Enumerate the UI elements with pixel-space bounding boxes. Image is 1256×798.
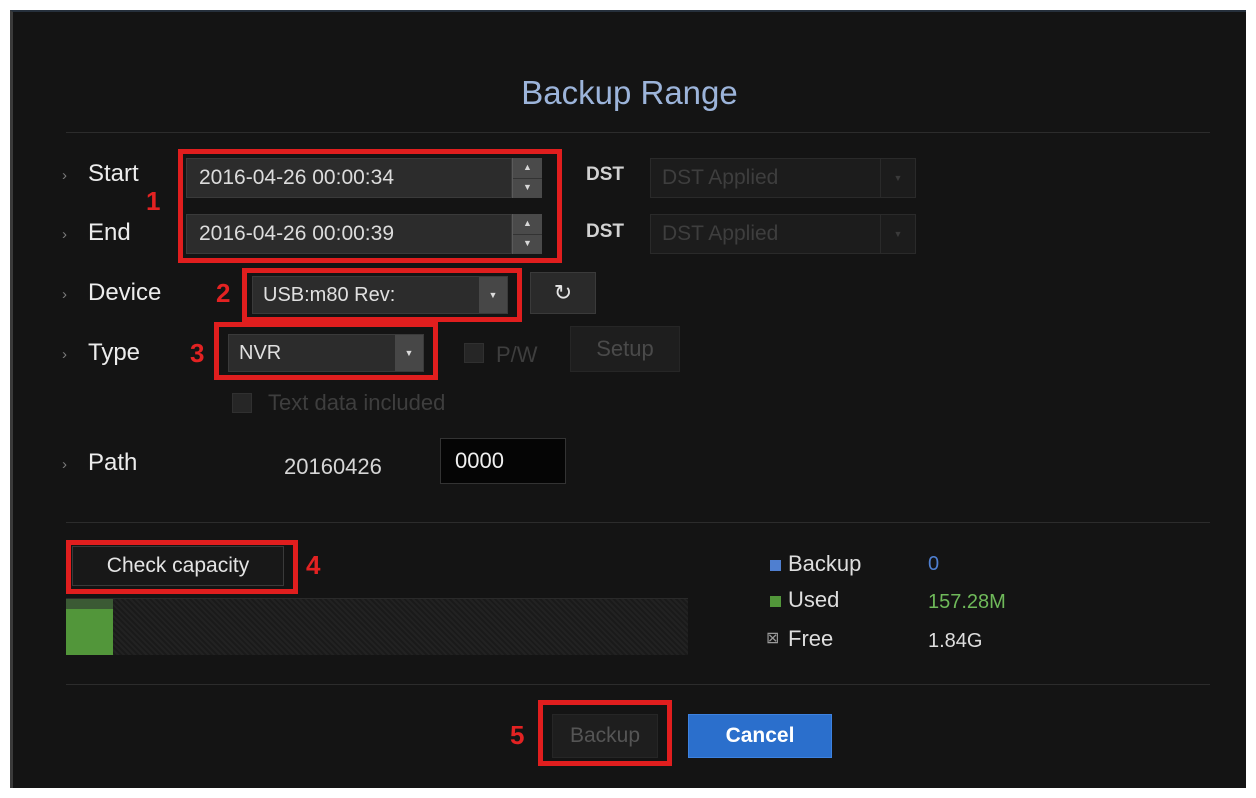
end-dst-select[interactable]: DST Applied ▼ [650,214,916,254]
end-label: End [88,219,131,246]
cancel-button[interactable]: Cancel [688,714,832,758]
middle-separator [66,522,1210,523]
start-dst-value: DST Applied [662,166,779,189]
chevron-down-icon: ▼ [880,159,915,197]
dialog-title: Backup Range [521,74,738,111]
end-dst-value: DST Applied [662,222,779,245]
setup-button[interactable]: Setup [570,326,680,372]
pw-label: P/W [496,342,538,367]
highlight-box-3 [214,322,438,380]
capacity-bar [66,598,688,655]
bullet-icon: › [62,167,67,184]
used-segment [66,609,113,655]
path-label: Path [88,449,138,476]
chevron-down-icon: ▼ [880,215,915,253]
start-dst-select[interactable]: DST Applied ▼ [650,158,916,198]
refresh-button[interactable]: ↻ [530,272,596,314]
bullet-icon: › [62,226,67,243]
backup-range-dialog: Backup Range [10,10,1246,788]
text-data-checkbox[interactable] [232,393,252,413]
device-label: Device [88,279,162,306]
start-label: Start [88,160,139,187]
bottom-separator [66,684,1210,685]
highlight-box-5 [538,700,672,766]
annotation-number: 4 [306,550,321,580]
used-segment-top [66,599,113,609]
used-legend-label: Used [788,587,840,612]
bullet-icon: › [62,346,67,363]
start-dst-label: DST [586,164,624,185]
highlight-box-4 [66,540,298,594]
backup-legend-swatch [770,560,781,571]
path-prefix: 20160426 [284,454,382,479]
free-legend-icon: ⊠ [766,630,780,647]
bullet-icon: › [62,286,67,303]
annotation-number: 3 [190,338,205,368]
backup-legend-label: Backup [788,551,862,576]
highlight-box-1 [178,149,562,263]
free-legend-value: 1.84G [928,630,983,652]
end-dst-label: DST [586,221,624,242]
free-legend-label: Free [788,626,834,651]
refresh-icon: ↻ [553,280,573,305]
backup-legend-value: 0 [928,553,940,575]
text-data-label: Text data included [268,390,446,415]
annotation-number: 2 [216,278,231,308]
used-legend-value: 157.28M [928,591,1006,613]
type-label: Type [88,339,141,366]
pw-checkbox[interactable] [464,343,484,363]
top-separator [66,132,1210,133]
annotation-number: 5 [510,720,525,750]
used-legend-swatch [770,596,781,607]
annotation-number: 1 [146,186,161,216]
path-input[interactable]: 0000 [440,438,566,484]
highlight-box-2 [242,268,522,322]
bullet-icon: › [62,456,67,473]
